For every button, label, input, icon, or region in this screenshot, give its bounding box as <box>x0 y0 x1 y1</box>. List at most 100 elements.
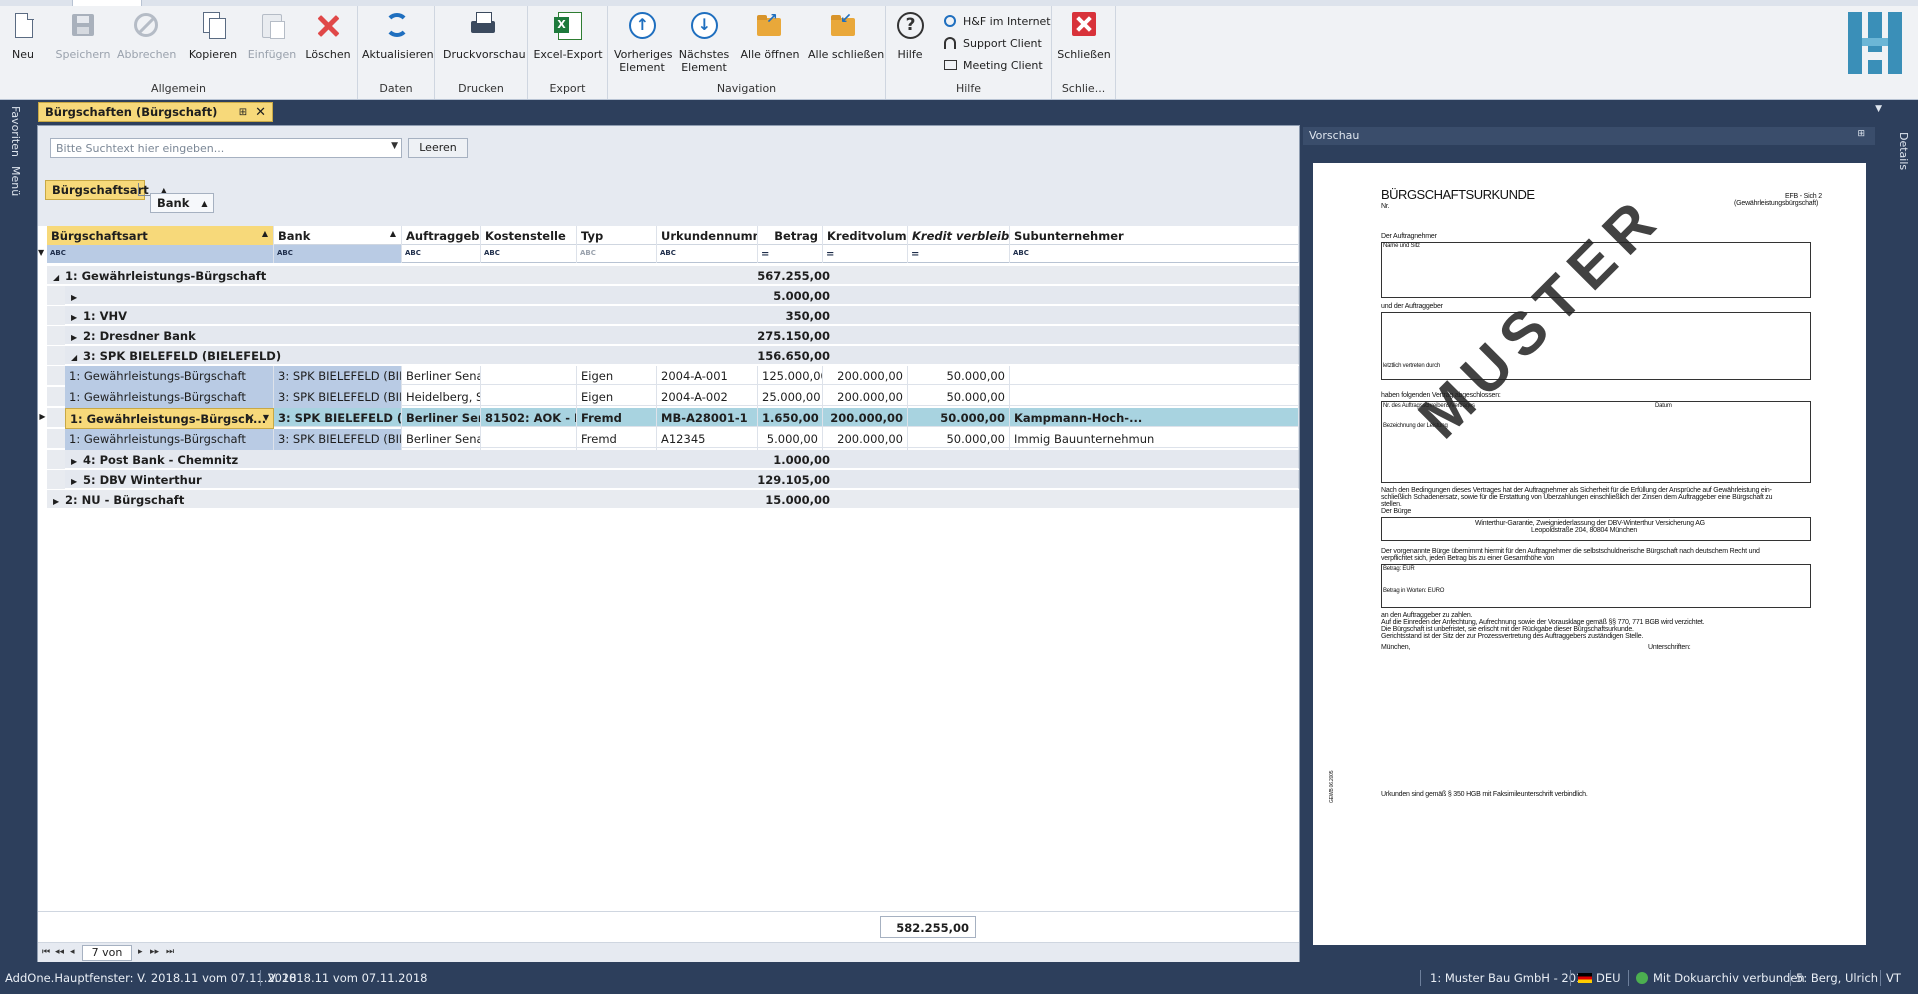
tab-menu-icon[interactable]: ▼ <box>1875 104 1882 114</box>
table-row-selected[interactable]: ▶ 1: Gewährleistungs-Bürgsch... ✕ ▼ 3: S… <box>39 408 1299 429</box>
filter-kostenstelle[interactable]: ABC <box>481 245 577 263</box>
dropdown-icon[interactable]: ▼ <box>263 413 269 422</box>
internet-link-button[interactable]: H&F im Internet <box>944 14 1051 28</box>
column-header-urkundennummer[interactable]: Urkundennummer <box>657 226 758 245</box>
support-client-button[interactable]: Support Client <box>944 36 1042 50</box>
column-header-buergschaftsart[interactable]: Bürgschaftsart ▲ <box>47 226 274 245</box>
preview-pane: Vorschau ⊞ BÜRGSCHAFTSURKUNDE Nr. EFB - … <box>1303 125 1875 962</box>
save-icon <box>72 14 94 36</box>
status-language[interactable]: DEU <box>1578 971 1621 985</box>
table-row[interactable]: 1: Gewährleistungs-Bürgschaft 3: SPK BIE… <box>47 387 1299 408</box>
group-chip-bank[interactable]: Bank ▲ <box>150 193 214 213</box>
column-header-subunternehmer[interactable]: Subunternehmer <box>1010 226 1299 245</box>
next-element-button[interactable]: ↓ Nächstes Element <box>676 10 732 74</box>
delete-button[interactable]: Löschen <box>303 10 353 61</box>
group-row[interactable]: ▶ 5: DBV Winterthur 129.105,00 <box>47 470 1299 489</box>
prev-page-group-icon[interactable]: ◂◂ <box>55 947 64 957</box>
column-header-typ[interactable]: Typ <box>577 226 657 245</box>
expand-icon[interactable]: ▶ <box>71 457 83 466</box>
filter-auftraggeber[interactable]: ABC <box>402 245 481 263</box>
status-archive: Mit Dokuarchiv verbunden <box>1636 971 1805 985</box>
sort-up-icon: ▲ <box>389 229 396 238</box>
copy-icon <box>197 10 229 42</box>
menu-tab[interactable]: Menü <box>9 166 22 196</box>
save-button[interactable]: Speichern <box>55 10 111 61</box>
group-label-daten: Daten <box>379 82 413 95</box>
expand-icon[interactable]: ▶ <box>71 333 83 342</box>
document-tab-bar: Bürgschaften (Bürgschaft) ⊞ ✕ ▼ <box>28 100 1888 122</box>
ribbon-group-schliessen: Schließen Schlie... <box>1052 6 1116 99</box>
filter-bank[interactable]: ABC <box>274 245 402 263</box>
expand-all-button[interactable]: ↗ Alle öffnen <box>740 10 800 61</box>
column-header-bank[interactable]: Bank ▲ <box>274 226 402 245</box>
group-row[interactable]: ▶ 4: Post Bank - Chemnitz 1.000,00 <box>47 450 1299 469</box>
group-row[interactable]: ▶ 1: VHV 350,00 <box>47 306 1299 325</box>
copy-button[interactable]: Kopieren <box>185 10 241 61</box>
filter-subunternehmer[interactable]: ABC <box>1010 245 1299 263</box>
prev-page-icon[interactable]: ◂ <box>70 947 75 957</box>
previous-element-button[interactable]: ↑ Vorheriges Element <box>614 10 673 74</box>
expand-icon[interactable]: ▶ <box>71 293 83 302</box>
table-row[interactable]: 1: Gewährleistungs-Bürgschaft 3: SPK BIE… <box>47 429 1299 450</box>
filter-typ[interactable]: ABC <box>577 245 657 263</box>
refresh-button[interactable]: Aktualisieren <box>362 10 434 61</box>
table-row[interactable]: 1: Gewährleistungs-Bürgschaft 3: SPK BIE… <box>47 366 1299 387</box>
details-tab[interactable]: Details <box>1897 132 1910 170</box>
last-page-icon[interactable]: ⏭ <box>166 947 174 957</box>
group-row[interactable]: ◢ 3: SPK BIELEFELD (BIELEFELD) 156.650,00 <box>47 346 1299 365</box>
right-sidebar: Details <box>1888 100 1918 962</box>
pin-icon[interactable]: ⊞ <box>1857 129 1865 139</box>
favorites-tab[interactable]: Favoriten <box>9 106 22 157</box>
clear-search-button[interactable]: Leeren <box>408 138 468 158</box>
clear-value-icon[interactable]: ✕ <box>245 411 255 425</box>
arrow-down-icon: ↓ <box>691 12 718 39</box>
pin-icon[interactable]: ⊞ <box>239 107 247 118</box>
filter-buergschaftsart[interactable]: ABC <box>47 245 274 263</box>
column-header-auftraggeber[interactable]: Auftraggeber <box>402 226 481 245</box>
filter-kredit-verbleibend[interactable]: = <box>908 245 1010 263</box>
excel-export-button[interactable]: Excel-Export <box>532 10 604 61</box>
printer-icon <box>467 10 499 42</box>
first-page-icon[interactable]: ⏮ <box>42 947 50 957</box>
cancel-button[interactable]: Abbrechen <box>117 10 176 61</box>
filter-betrag[interactable]: = <box>758 245 823 263</box>
group-row[interactable]: ▶ 2: NU - Bürgschaft 15.000,00 <box>47 490 1299 509</box>
column-header-kredit-verbleibend[interactable]: Kredit verbleibend <box>908 226 1010 245</box>
paste-button[interactable]: Einfügen <box>245 10 299 61</box>
buergschaftsart-editor[interactable]: 1: Gewährleistungs-Bürgsch... ✕ ▼ <box>65 408 274 429</box>
column-header-kostenstelle[interactable]: Kostenstelle <box>481 226 577 245</box>
collapse-all-button[interactable]: ↙ Alle schließen <box>808 10 884 61</box>
filter-kreditvolumen[interactable]: = <box>823 245 908 263</box>
search-dropdown-icon[interactable]: ▼ <box>391 141 398 151</box>
collapse-icon[interactable]: ◢ <box>53 273 65 282</box>
expand-icon[interactable]: ▶ <box>71 477 83 486</box>
close-window-icon <box>1072 12 1096 36</box>
check-icon <box>1636 972 1648 984</box>
group-row[interactable]: ▶ 2: Dresdner Bank 275.150,00 <box>47 326 1299 345</box>
collapse-icon[interactable]: ◢ <box>71 353 83 362</box>
filter-urkundennummer[interactable]: ABC <box>657 245 758 263</box>
meeting-client-button[interactable]: Meeting Client <box>944 58 1043 72</box>
group-row[interactable]: ▶ 5.000,00 <box>47 286 1299 305</box>
status-company[interactable]: 1: Muster Bau GmbH - 2018 <box>1430 971 1591 985</box>
arrow-up-icon: ↑ <box>629 12 656 39</box>
column-header-kreditvolumen[interactable]: Kreditvolumen <box>823 226 908 245</box>
close-tab-icon[interactable]: ✕ <box>255 105 266 120</box>
group-chip-buergschaftsart[interactable]: Bürgschaftsart ▲ <box>45 180 167 200</box>
next-page-icon[interactable]: ▸ <box>138 947 143 957</box>
new-button[interactable]: Neu <box>6 10 40 61</box>
print-preview-button[interactable]: Druckvorschau <box>443 10 526 61</box>
group-row[interactable]: ◢ 1: Gewährleistungs-Bürgschaft 567.255,0… <box>47 266 1299 285</box>
help-button[interactable]: ? Hilfe <box>892 10 928 61</box>
expand-icon[interactable]: ▶ <box>71 313 83 322</box>
next-page-group-icon[interactable]: ▸▸ <box>150 947 159 957</box>
refresh-icon <box>385 13 409 37</box>
tab-buergschaften[interactable]: Bürgschaften (Bürgschaft) ⊞ ✕ <box>38 102 273 122</box>
page-indicator[interactable]: 7 von 13 <box>82 945 132 973</box>
status-user[interactable]: 5: Berg, Ulrich <box>1796 971 1878 985</box>
column-header-betrag[interactable]: Betrag <box>758 226 823 245</box>
expand-icon[interactable]: ▶ <box>53 497 65 506</box>
group-label-schliessen: Schlie... <box>1061 82 1106 95</box>
search-input[interactable]: Bitte Suchtext hier eingeben... ▼ <box>50 138 402 158</box>
close-button[interactable]: Schließen <box>1056 10 1112 61</box>
